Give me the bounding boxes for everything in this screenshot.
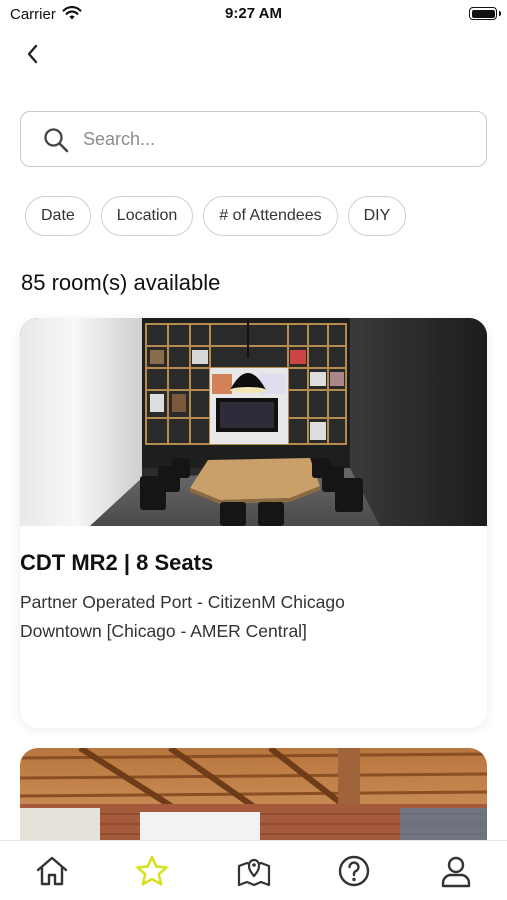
help-icon xyxy=(338,855,370,887)
clock: 9:27 AM xyxy=(225,5,282,22)
filter-chip-diy[interactable]: DIY xyxy=(347,196,407,236)
back-button[interactable] xyxy=(18,40,46,68)
room-title: CDT MR2 | 8 Seats xyxy=(20,550,214,575)
room-location-line-2: Downtown [Chicago - AMER Central] xyxy=(20,621,307,641)
tab-favorites[interactable] xyxy=(134,853,170,889)
filter-chip-location[interactable]: Location xyxy=(100,196,194,236)
search-icon xyxy=(43,127,69,158)
profile-icon xyxy=(441,856,471,888)
room-location-line-1: Partner Operated Port - CitizenM Chicago xyxy=(20,592,345,612)
tab-map[interactable] xyxy=(236,853,272,889)
tab-help[interactable] xyxy=(336,853,372,889)
tab-profile[interactable] xyxy=(438,853,474,889)
home-icon xyxy=(36,856,68,886)
status-bar: Carrier 9:27 AM xyxy=(0,0,507,30)
filter-chip-date[interactable]: Date xyxy=(25,196,91,236)
search-box[interactable] xyxy=(20,111,487,167)
battery-icon xyxy=(469,7,501,20)
tab-bar xyxy=(0,840,507,900)
star-icon xyxy=(136,855,168,886)
filter-chip-attendees[interactable]: # of Attendees xyxy=(203,196,338,236)
map-icon xyxy=(237,858,271,887)
search-input[interactable] xyxy=(83,122,463,156)
tab-home[interactable] xyxy=(34,853,70,889)
room-card[interactable] xyxy=(20,318,487,728)
filter-chips: Date Location # of Attendees DIY xyxy=(25,196,407,236)
results-count: 85 room(s) available xyxy=(21,270,221,295)
chevron-left-icon xyxy=(27,44,38,64)
room-photo xyxy=(20,318,487,526)
